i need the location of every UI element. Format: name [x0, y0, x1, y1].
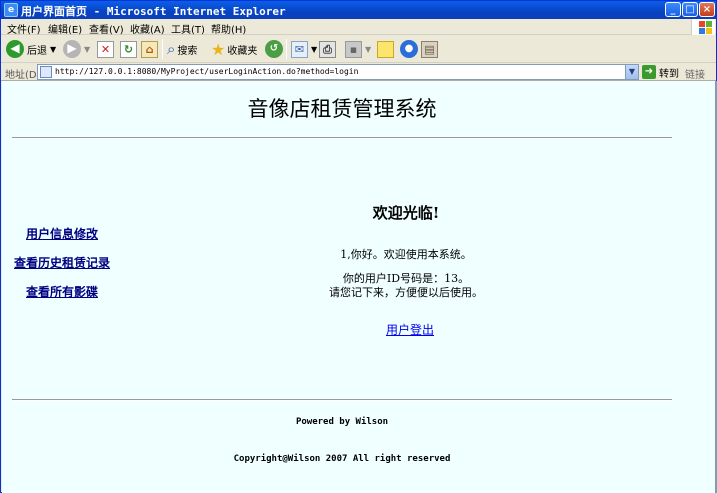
links-toolbar[interactable]: 链接 [685, 66, 705, 81]
messenger-icon: ● [400, 40, 418, 58]
edit-icon: ▪ [345, 40, 362, 58]
mail-dropdown-icon[interactable]: ▼ [311, 45, 317, 54]
messenger-button[interactable]: ● [400, 38, 418, 60]
nav-link-edit-user-info[interactable]: 用户信息修改 [26, 225, 98, 242]
address-label: 地址(D) [5, 70, 41, 81]
note-icon [377, 40, 394, 58]
page-icon [40, 66, 52, 78]
search-label: 搜索 [177, 45, 198, 57]
forward-dropdown-icon[interactable]: ▼ [84, 45, 90, 54]
stop-icon: ✕ [97, 40, 114, 58]
back-dropdown-icon[interactable]: ▼ [50, 45, 56, 54]
logout-link[interactable]: 用户登出 [386, 321, 434, 338]
menu-file[interactable]: 文件(F) [7, 21, 41, 36]
address-input[interactable]: http://127.0.0.1:8080/MyProject/userLogi… [37, 64, 639, 80]
address-bar: 地址(D) http://127.0.0.1:8080/MyProject/us… [1, 63, 716, 81]
welcome-heading: 欢迎光临! [372, 204, 440, 222]
edit-button[interactable]: ▪ ▼ [345, 38, 371, 60]
menu-tools[interactable]: 工具(T) [171, 21, 205, 36]
home-icon: ⌂ [141, 40, 158, 58]
stop-button[interactable]: ✕ [97, 38, 114, 60]
top-divider [12, 137, 672, 139]
forward-button[interactable]: ▶ ▼ [63, 38, 90, 60]
edit-dropdown-icon[interactable]: ▼ [365, 45, 371, 54]
refresh-button[interactable]: ↻ [120, 38, 137, 60]
copyright-text: Copyright@Wilson 2007 All right reserved [233, 454, 451, 464]
page-title: 音像店租赁管理系统 [247, 97, 437, 121]
discuss-button[interactable] [377, 38, 394, 60]
history-button[interactable]: ↺ [265, 38, 283, 60]
windows-logo-icon [691, 19, 715, 35]
remember-text: 请您记下来，方便便以后使用。 [329, 286, 483, 299]
title-bar[interactable]: e 用户界面首页 - Microsoft Internet Explorer _… [1, 1, 716, 19]
back-arrow-icon: ◀ [6, 40, 24, 58]
mail-icon: ✉ [291, 40, 308, 58]
nav-link-all-discs[interactable]: 查看所有影碟 [26, 283, 98, 300]
search-button[interactable]: ⌕ 搜索 [167, 38, 197, 60]
back-label: 后退 [27, 45, 47, 57]
research-button[interactable]: ▤ [421, 38, 438, 60]
menu-bar: 文件(F) 编辑(E) 查看(V) 收藏(A) 工具(T) 帮助(H) [1, 19, 716, 36]
bottom-divider [12, 399, 672, 401]
close-button[interactable]: × [699, 2, 715, 17]
window-title: 用户界面首页 - Microsoft Internet Explorer [21, 5, 286, 18]
menu-help[interactable]: 帮助(H) [211, 21, 246, 36]
minimize-button[interactable]: _ [665, 2, 681, 17]
page-content: 音像店租赁管理系统 用户信息修改 查看历史租赁记录 查看所有影碟 欢迎光临! 1… [2, 81, 717, 493]
toolbar-separator [286, 39, 287, 59]
go-arrow-icon: ➜ [642, 65, 656, 79]
go-label: 转到 [659, 68, 679, 80]
search-icon: ⌕ [167, 40, 176, 58]
address-url[interactable]: http://127.0.0.1:8080/MyProject/userLogi… [55, 67, 358, 76]
forward-arrow-icon: ▶ [63, 40, 81, 58]
nav-link-rental-history[interactable]: 查看历史租赁记录 [14, 254, 110, 271]
back-button[interactable]: ◀ 后退 ▼ [6, 38, 56, 60]
ie-window: e 用户界面首页 - Microsoft Internet Explorer _… [0, 0, 717, 493]
greeting-text: 1,你好。欢迎使用本系统。 [340, 248, 472, 261]
favorites-label: 收藏夹 [227, 45, 258, 57]
menu-favorites[interactable]: 收藏(A) [130, 21, 165, 36]
go-button[interactable]: ➜ 转到 [642, 64, 679, 80]
history-icon: ↺ [265, 40, 283, 58]
home-button[interactable]: ⌂ [141, 38, 158, 60]
menu-edit[interactable]: 编辑(E) [48, 21, 82, 36]
research-icon: ▤ [421, 40, 438, 58]
powered-by-text: Powered by Wilson [295, 417, 389, 427]
standard-toolbar: ◀ 后退 ▼ ▶ ▼ ✕ ↻ ⌂ ⌕ 搜索 ★ 收藏夹 ↺ ✉ ▼ ⎙ ▪ ▼ … [1, 35, 716, 63]
ie-page-icon: e [4, 3, 18, 17]
print-icon: ⎙ [319, 40, 336, 58]
refresh-icon: ↻ [120, 40, 137, 58]
address-dropdown-icon[interactable]: ▼ [625, 65, 638, 79]
mail-button[interactable]: ✉ ▼ [291, 38, 317, 60]
print-button[interactable]: ⎙ [319, 38, 336, 60]
favorites-star-icon: ★ [211, 39, 226, 59]
favorites-button[interactable]: ★ 收藏夹 [211, 38, 257, 60]
maximize-button[interactable]: □ [682, 2, 698, 17]
toolbar-separator [162, 39, 163, 59]
menu-view[interactable]: 查看(V) [89, 21, 124, 36]
